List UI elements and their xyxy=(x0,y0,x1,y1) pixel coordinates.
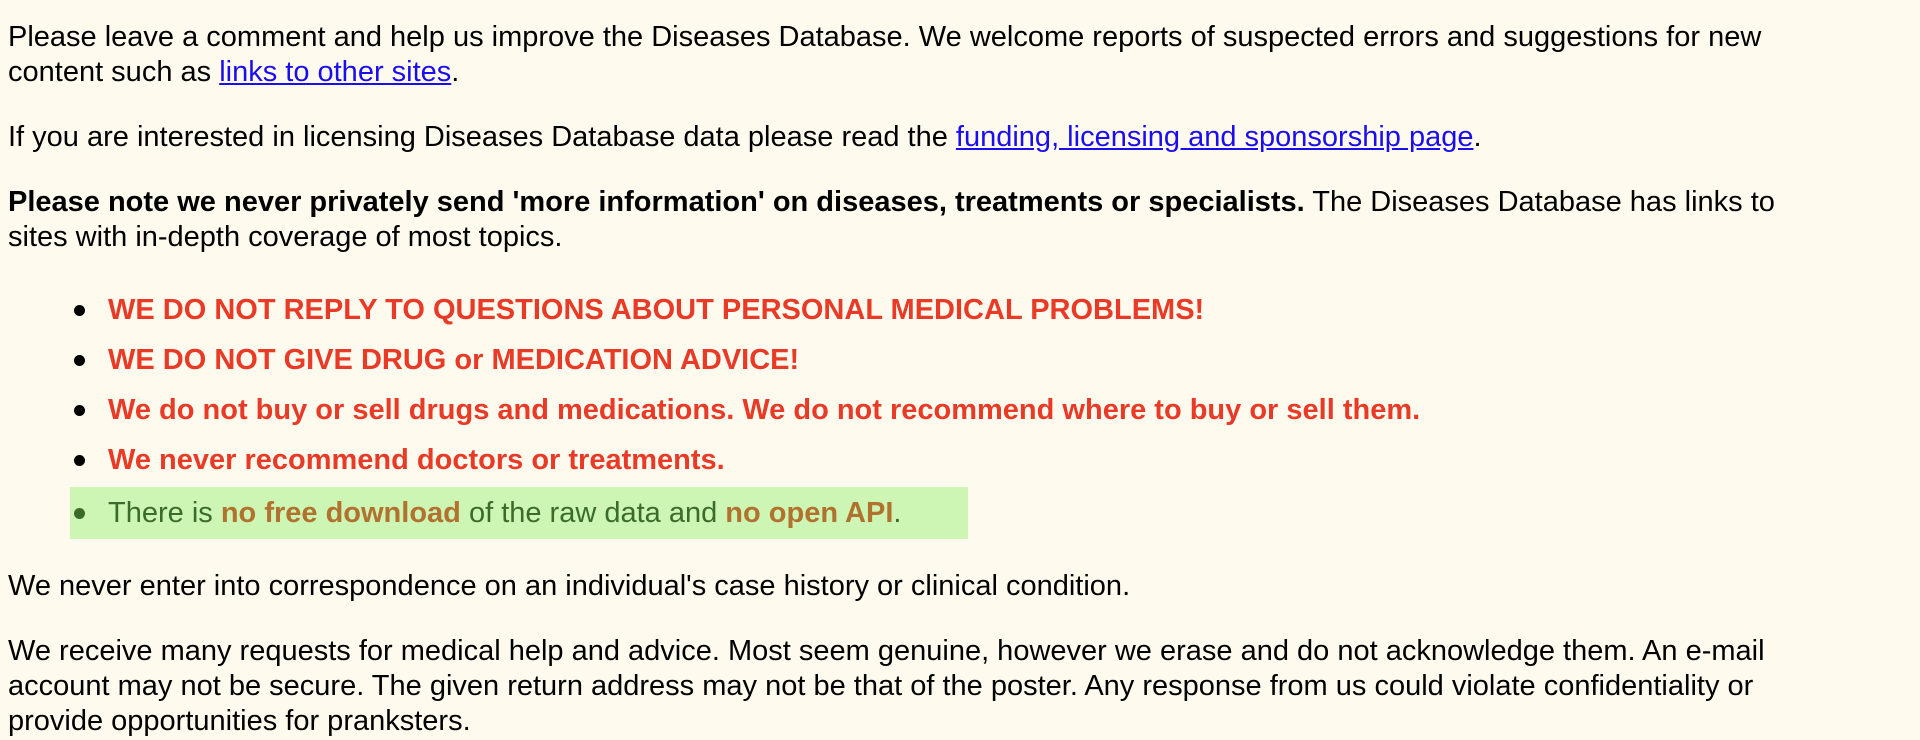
notice-text: of the raw data and xyxy=(460,497,726,529)
correspondence-paragraph: We never enter into correspondence on an… xyxy=(8,570,1131,602)
warnings-list: WE DO NOT REPLY TO QUESTIONS ABOUT PERSO… xyxy=(8,285,1808,539)
bullet-icon xyxy=(74,455,85,466)
warning-text: WE DO NOT GIVE DRUG or MEDICATION ADVICE… xyxy=(108,344,800,376)
bullet-icon xyxy=(74,355,85,366)
bullet-icon xyxy=(74,508,85,519)
warning-item: WE DO NOT REPLY TO QUESTIONS ABOUT PERSO… xyxy=(70,285,1808,335)
bullet-icon xyxy=(74,305,85,316)
requests-paragraph: We receive many requests for medical hel… xyxy=(8,635,1765,737)
warning-item: We never recommend doctors or treatments… xyxy=(70,435,1808,485)
warning-text: We never recommend doctors or treatments… xyxy=(108,444,725,476)
no-free-download-highlight: no free download xyxy=(220,497,461,529)
licensing-paragraph: If you are interested in licensing Disea… xyxy=(8,120,1808,155)
funding-licensing-link[interactable]: funding, licensing and sponsorship page xyxy=(956,121,1474,153)
links-to-other-sites-link[interactable]: links to other sites xyxy=(219,56,451,88)
warning-item: We do not buy or sell drugs and medicati… xyxy=(70,385,1808,435)
no-open-api-highlight: no open API xyxy=(725,497,894,529)
licensing-text: If you are interested in licensing Disea… xyxy=(8,121,956,153)
comment-page-content: Please leave a comment and help us impro… xyxy=(0,0,1816,739)
bullet-icon xyxy=(74,405,85,416)
intro-period: . xyxy=(451,56,460,88)
intro-paragraph: Please leave a comment and help us impro… xyxy=(8,20,1808,90)
download-notice-item: There is no free download of the raw dat… xyxy=(70,487,968,539)
warning-text: We do not buy or sell drugs and medicati… xyxy=(108,394,1421,426)
warning-text: WE DO NOT REPLY TO QUESTIONS ABOUT PERSO… xyxy=(108,294,1205,326)
notice-text: There is xyxy=(108,497,221,529)
warning-item: WE DO NOT GIVE DRUG or MEDICATION ADVICE… xyxy=(70,335,1808,385)
licensing-period: . xyxy=(1473,121,1482,153)
notice-period: . xyxy=(893,497,902,529)
note-bold-text: Please note we never privately send 'mor… xyxy=(8,186,1305,218)
note-paragraph: Please note we never privately send 'mor… xyxy=(8,185,1808,255)
